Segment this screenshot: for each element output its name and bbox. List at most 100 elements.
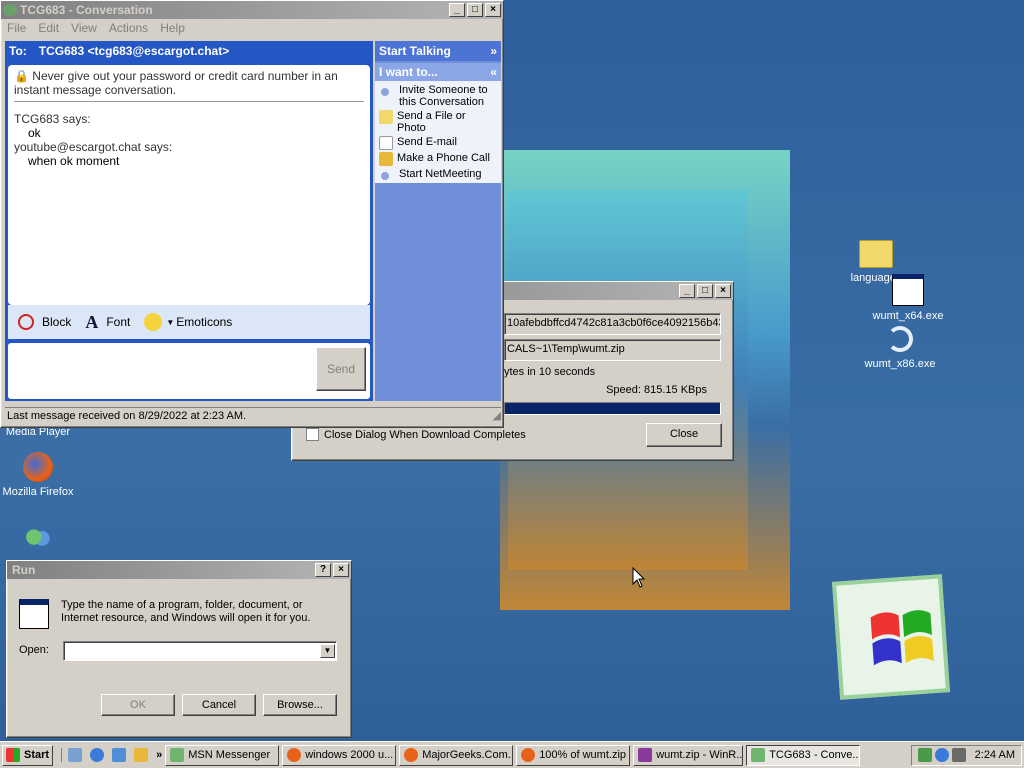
- download-progress-fill: [505, 403, 720, 414]
- volume-icon[interactable]: [951, 748, 966, 762]
- exe-window-icon: [892, 274, 924, 306]
- folder-icon: [859, 240, 893, 268]
- maximize-button[interactable]: □: [467, 3, 483, 17]
- msn-icon: [170, 748, 185, 762]
- menu-view[interactable]: View: [71, 21, 97, 35]
- globe-icon[interactable]: [934, 748, 949, 762]
- outlook-icon[interactable]: [112, 748, 127, 762]
- collapse-chevron-icon[interactable]: »: [490, 41, 497, 61]
- ok-button[interactable]: OK: [101, 694, 175, 716]
- close-button[interactable]: ×: [485, 3, 501, 17]
- minimize-button[interactable]: _: [679, 284, 695, 298]
- menu-help[interactable]: Help: [160, 21, 185, 35]
- clock[interactable]: 2:24 AM: [975, 749, 1015, 761]
- message-2: youtube@escargot.chat says: when ok mome…: [14, 140, 173, 168]
- ie-icon[interactable]: [90, 748, 105, 762]
- dropdown-arrow-icon[interactable]: ▼: [320, 644, 335, 658]
- close-button[interactable]: ×: [333, 563, 349, 577]
- firefox-icon: [287, 748, 302, 762]
- i-want-to-header[interactable]: I want to... «: [375, 63, 501, 81]
- send-button[interactable]: Send: [316, 347, 366, 391]
- run-title: Run: [12, 563, 36, 577]
- close-when-done-checkbox[interactable]: Close Dialog When Download Completes: [306, 428, 526, 441]
- msn-side-panel: Start Talking » I want to... « Invite So…: [375, 41, 501, 401]
- winrar-icon: [638, 748, 653, 762]
- start-talking-header[interactable]: Start Talking »: [375, 41, 501, 61]
- taskbar-item-windows2000[interactable]: windows 2000 u...: [282, 744, 397, 766]
- help-button[interactable]: ?: [315, 563, 331, 577]
- expand-chevron-icon[interactable]: «: [490, 63, 497, 81]
- run-dialog: Run ? × Type the name of a program, fold…: [6, 560, 352, 738]
- block-button[interactable]: Block: [18, 314, 71, 330]
- message-input[interactable]: Send: [8, 343, 370, 399]
- maximize-button[interactable]: □: [697, 284, 713, 298]
- chat-toolbar: Block A Font ▼ Emoticons: [8, 305, 370, 339]
- network-icon[interactable]: [917, 748, 932, 762]
- dropdown-arrow-icon: ▼: [166, 317, 175, 327]
- mouse-cursor-icon: [632, 566, 646, 592]
- run-description: Type the name of a program, folder, docu…: [61, 599, 311, 624]
- msn-conversation-icon: [751, 748, 766, 762]
- desktop-icon-wumt-x64[interactable]: wumt_x64.exe: [868, 274, 948, 322]
- folder-icon: [379, 110, 393, 124]
- taskbar-item-majorgeeks[interactable]: MajorGeeks.Com...: [399, 744, 514, 766]
- checkbox-box[interactable]: [306, 428, 319, 441]
- run-titlebar[interactable]: Run ? ×: [7, 561, 351, 579]
- resize-grip-icon[interactable]: ◢: [493, 408, 501, 424]
- msn-conversation-window: TCG683 - Conversation _ □ × File Edit Vi…: [0, 0, 504, 428]
- show-desktop-icon[interactable]: [68, 748, 83, 762]
- msn-chat-panel: To: TCG683 <tcg683@escargot.chat> 🔒 Neve…: [5, 41, 373, 401]
- cancel-button[interactable]: Cancel: [182, 694, 256, 716]
- msn-window-title: TCG683 - Conversation: [20, 3, 153, 17]
- close-button[interactable]: ×: [715, 284, 731, 298]
- action-netmeeting[interactable]: Start NetMeeting: [375, 167, 501, 181]
- menu-actions[interactable]: Actions: [109, 21, 148, 35]
- security-warning: 🔒 Never give out your password or credit…: [14, 69, 364, 102]
- download-speed-text: Speed: 815.15 KBps: [606, 384, 707, 396]
- taskbar-item-winrar[interactable]: wumt.zip - WinR...: [633, 744, 744, 766]
- refresh-arrows-icon: [887, 326, 913, 352]
- action-invite[interactable]: Invite Someone to this Conversation: [375, 83, 501, 109]
- download-hash-field: 10afebdbffcd4742c81a3cb0f6ce4092156b43: [504, 313, 721, 335]
- invite-icon: [381, 88, 389, 96]
- smiley-icon: [144, 313, 163, 331]
- quick-launch: »: [61, 748, 162, 762]
- chevron-more-icon[interactable]: »: [156, 749, 162, 761]
- system-tray: 2:24 AM: [910, 744, 1022, 766]
- firefox-icon: [23, 452, 53, 482]
- windows-logo: [832, 574, 950, 700]
- message-history[interactable]: 🔒 Never give out your password or credit…: [8, 65, 370, 305]
- firefox-icon: [404, 748, 419, 762]
- msn-app-icon: [3, 4, 17, 16]
- menu-edit[interactable]: Edit: [38, 21, 59, 35]
- menu-file[interactable]: File: [7, 21, 26, 35]
- download-progress-bar: [504, 402, 721, 415]
- action-send-file[interactable]: Send a File or Photo: [375, 109, 501, 135]
- firefox-icon: [521, 748, 536, 762]
- run-icon: [19, 599, 49, 629]
- download-close-button[interactable]: Close: [646, 423, 722, 447]
- download-path-field: CALS~1\Temp\wumt.zip: [504, 339, 721, 361]
- minimize-button[interactable]: _: [449, 3, 465, 17]
- desktop-icon-msn[interactable]: [18, 528, 58, 554]
- start-button[interactable]: Start: [2, 744, 54, 766]
- message-1: TCG683 says: ok: [14, 112, 91, 140]
- taskbar-item-download[interactable]: 100% of wumt.zip: [516, 744, 631, 766]
- msn-titlebar[interactable]: TCG683 - Conversation _ □ ×: [1, 1, 503, 19]
- msn-status-bar: Last message received on 8/29/2022 at 2:…: [5, 407, 501, 424]
- desktop-icon-firefox[interactable]: Mozilla Firefox: [2, 452, 74, 498]
- taskbar-item-msn[interactable]: MSN Messenger: [165, 744, 280, 766]
- open-combobox[interactable]: ▼: [63, 641, 337, 661]
- font-button[interactable]: A Font: [85, 312, 130, 333]
- windows-flag-icon: [6, 748, 20, 762]
- taskbar-item-conversation[interactable]: TCG683 - Conve...: [746, 744, 861, 766]
- media-icon[interactable]: [134, 748, 149, 762]
- emoticons-button[interactable]: ▼ Emoticons: [144, 313, 232, 331]
- phone-icon: [379, 152, 393, 166]
- action-phone-call[interactable]: Make a Phone Call: [375, 151, 501, 167]
- browse-button[interactable]: Browse...: [263, 694, 337, 716]
- action-send-email[interactable]: Send E-mail: [375, 135, 501, 151]
- desktop-icon-wumt-x86[interactable]: wumt_x86.exe: [860, 326, 940, 370]
- msn-people-icon: [24, 528, 52, 554]
- open-label: Open:: [19, 644, 49, 656]
